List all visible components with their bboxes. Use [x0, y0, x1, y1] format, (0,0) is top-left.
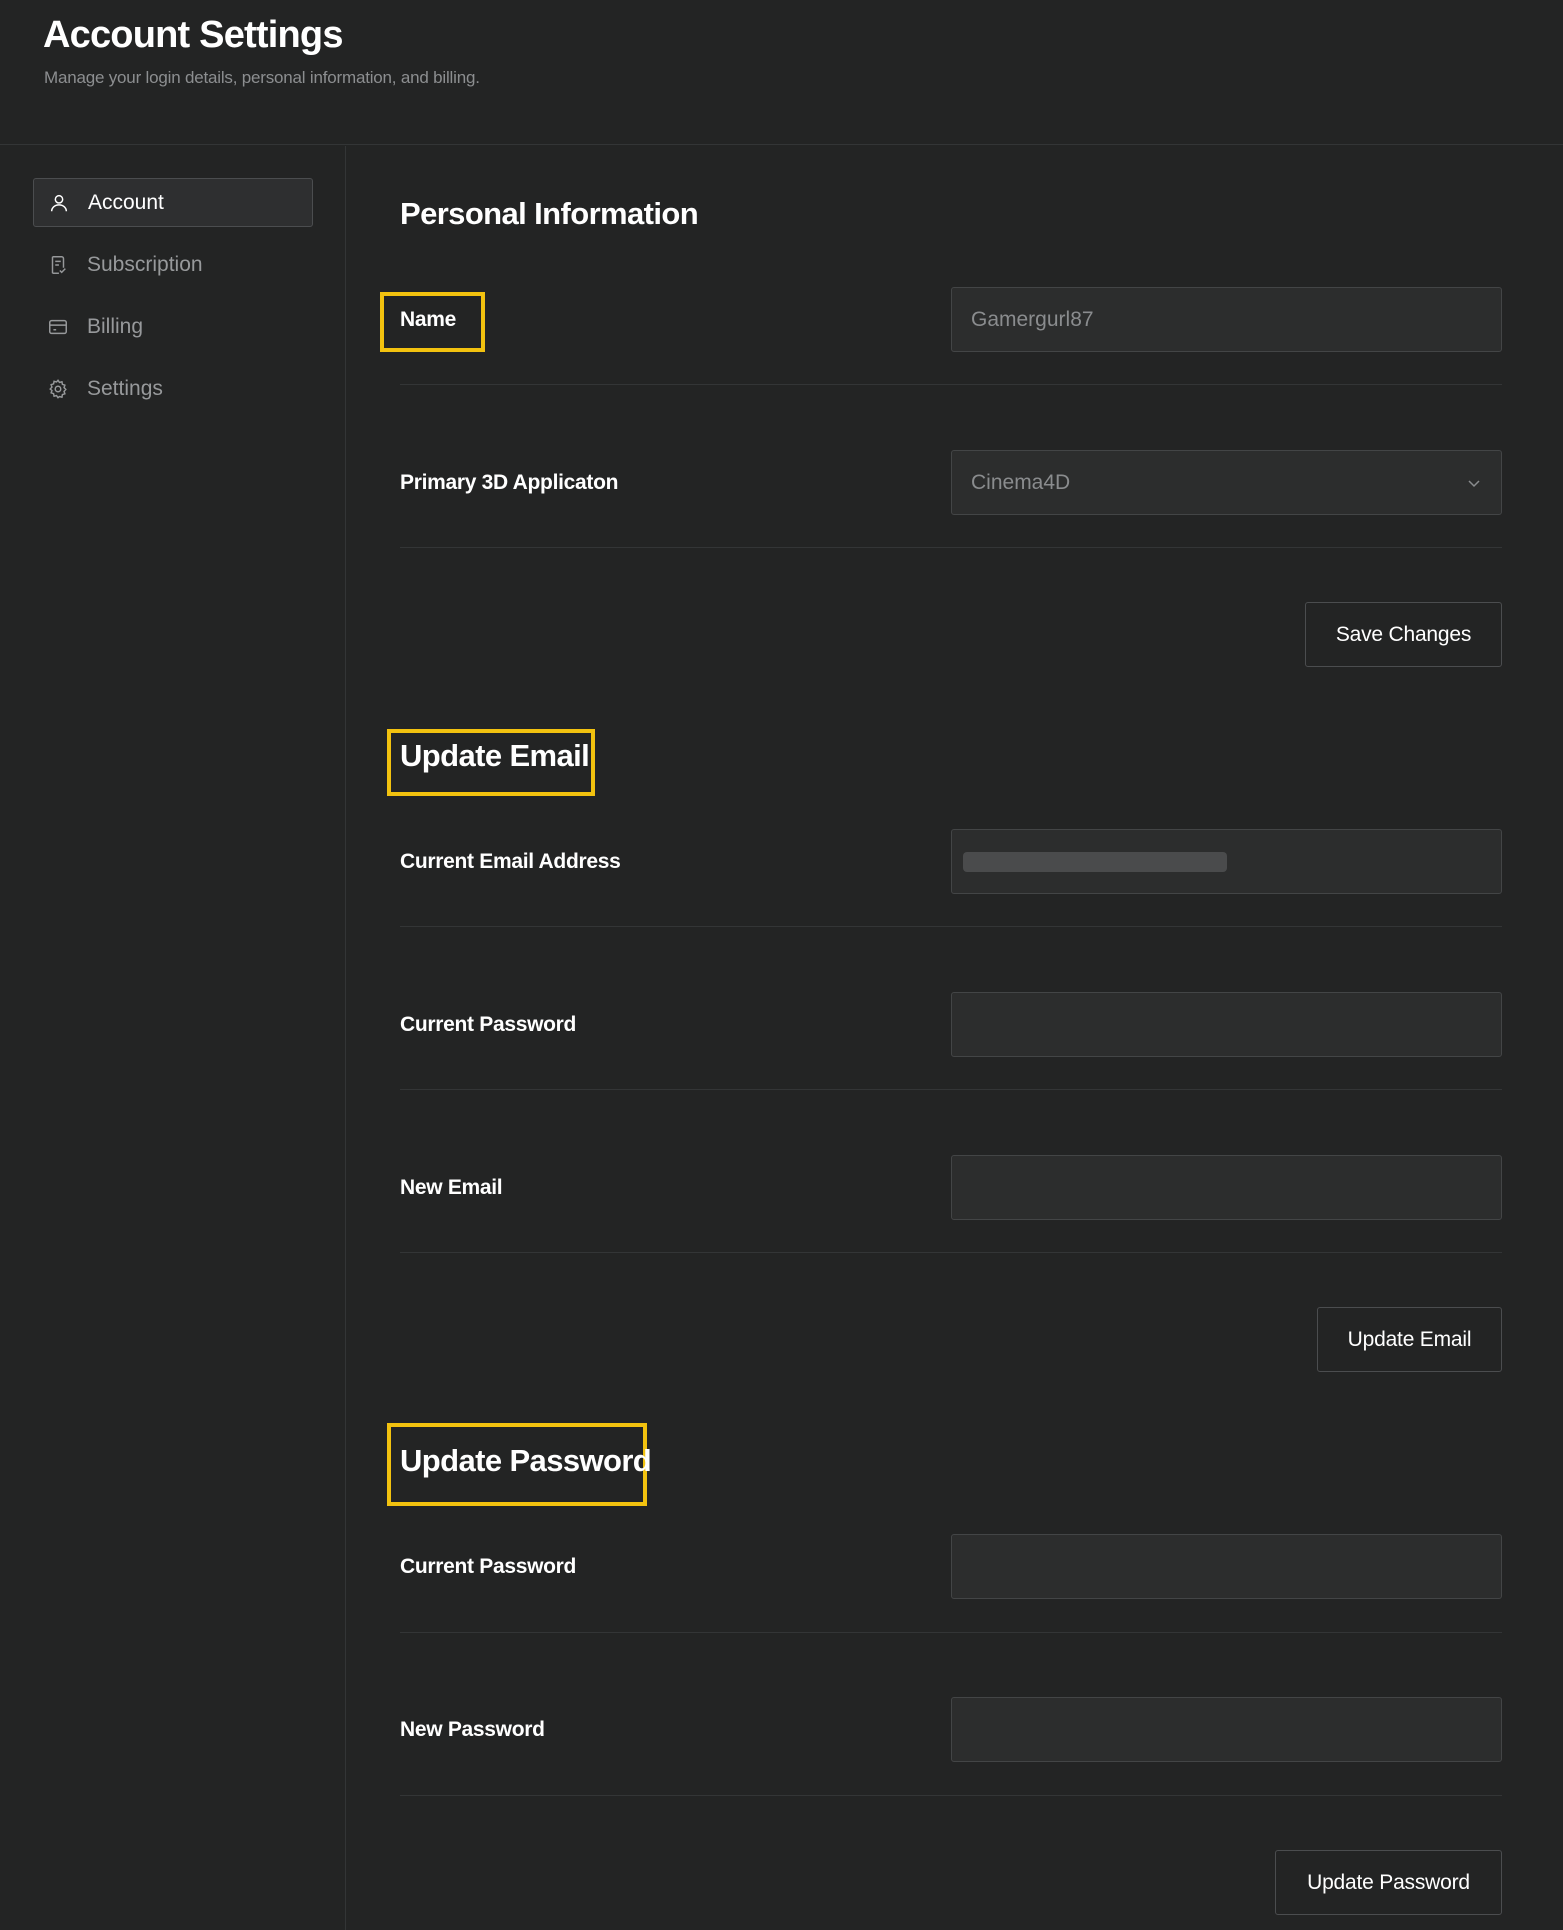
new-email-input[interactable] [951, 1155, 1502, 1220]
name-input[interactable] [951, 287, 1502, 352]
receipt-icon [47, 254, 69, 276]
sidebar-item-subscription[interactable]: Subscription [33, 240, 313, 289]
divider [400, 1089, 1502, 1090]
email-current-password-input[interactable] [951, 992, 1502, 1057]
section-title-update-password: Update Password [400, 1443, 652, 1478]
new-password-label: New Password [400, 1718, 545, 1741]
section-title-personal-information: Personal Information [400, 196, 699, 231]
divider [400, 1795, 1502, 1796]
page-title: Account Settings [43, 14, 343, 56]
divider [400, 384, 1502, 385]
divider [400, 547, 1502, 548]
primary-app-selected-value: Cinema4D [971, 470, 1071, 494]
password-current-password-input[interactable] [951, 1534, 1502, 1599]
password-current-password-label: Current Password [400, 1555, 577, 1578]
sidebar-item-label: Billing [87, 314, 144, 338]
page-header: Account Settings Manage your login detai… [0, 0, 1563, 145]
update-password-button[interactable]: Update Password [1275, 1850, 1502, 1915]
primary-app-label: Primary 3D Applicaton [400, 471, 619, 494]
sidebar-item-label: Settings [87, 376, 163, 400]
divider [400, 926, 1502, 927]
redacted-email-value [963, 852, 1227, 872]
gear-icon [47, 378, 69, 400]
current-email-label: Current Email Address [400, 850, 621, 873]
user-icon [48, 192, 70, 214]
chevron-down-icon [1468, 479, 1480, 487]
page-subtitle: Manage your login details, personal info… [44, 68, 480, 87]
sidebar-item-label: Account [88, 190, 164, 214]
save-changes-button[interactable]: Save Changes [1305, 602, 1502, 667]
credit-card-icon [47, 316, 69, 338]
new-password-input[interactable] [951, 1697, 1502, 1762]
divider [400, 1632, 1502, 1633]
divider [400, 1252, 1502, 1253]
sidebar-item-billing[interactable]: Billing [33, 302, 313, 351]
update-email-button[interactable]: Update Email [1317, 1307, 1502, 1372]
new-email-label: New Email [400, 1176, 503, 1199]
sidebar: Account Subscription Billing Settings [0, 146, 346, 1930]
sidebar-item-settings[interactable]: Settings [33, 364, 313, 413]
account-settings-page: Account Settings Manage your login detai… [0, 0, 1563, 1930]
section-title-update-email: Update Email [400, 738, 590, 773]
sidebar-item-account[interactable]: Account [33, 178, 313, 227]
primary-app-select[interactable]: Cinema4D [951, 450, 1502, 515]
email-current-password-label: Current Password [400, 1013, 577, 1036]
sidebar-item-label: Subscription [87, 252, 203, 276]
name-label: Name [400, 308, 456, 331]
